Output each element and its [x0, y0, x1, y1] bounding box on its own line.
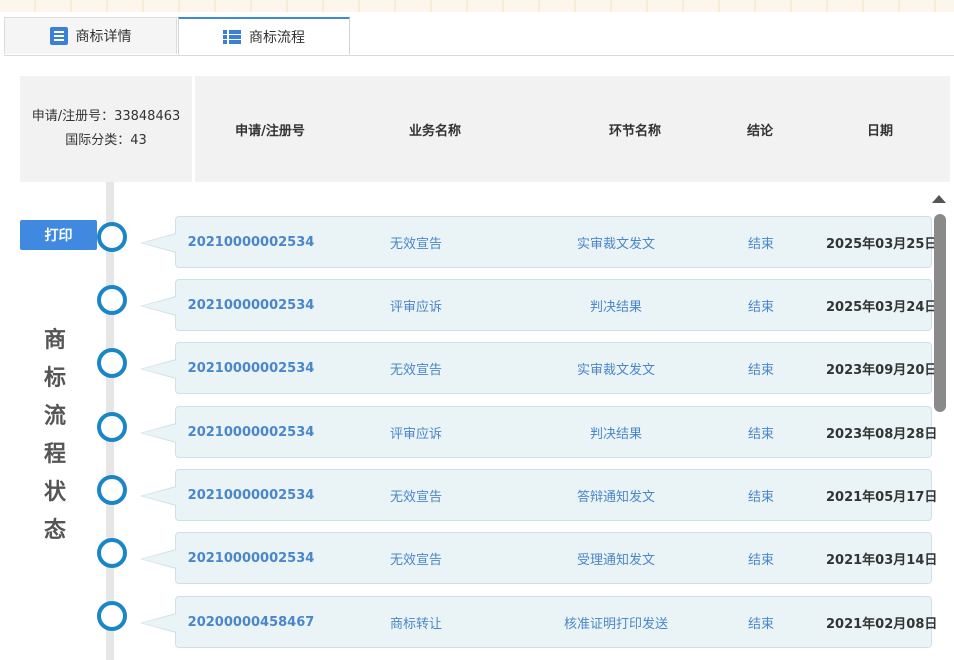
row-step[interactable]: 判决结果: [511, 407, 721, 457]
timeline-row[interactable]: 20210000002534 无效宣告 受理通知发文 结束 2021年03月14…: [140, 532, 937, 584]
row-reg-no[interactable]: 20210000002534: [176, 343, 326, 393]
col-header-business: 业务名称: [408, 123, 461, 139]
tab-bar: 商标详情 商标流程: [4, 17, 954, 56]
timeline-node: [97, 475, 127, 505]
timeline-node: [97, 222, 127, 252]
timeline-node: [97, 285, 127, 315]
row-step[interactable]: 实审裁文发文: [511, 343, 721, 393]
side-title-char: 标: [43, 366, 66, 391]
row-step[interactable]: 答辩通知发文: [511, 470, 721, 520]
table-header: 申请/注册号：33848463 国际分类：43 申请/注册号 业务名称 环节名称…: [20, 76, 950, 182]
row-date: 2021年05月17日: [826, 489, 938, 505]
tab-label: 商标详情: [75, 29, 132, 45]
row-result: 结束: [747, 236, 774, 252]
col-header-reg-no: 申请/注册号: [235, 123, 305, 139]
timeline-row[interactable]: 20210000002534 无效宣告 实审裁文发文 结束 2025年03月25…: [140, 216, 937, 268]
row-reg-no[interactable]: 20210000002534: [176, 470, 326, 520]
row-business[interactable]: 无效宣告: [351, 217, 481, 267]
side-title-char: 程: [43, 442, 66, 467]
print-button[interactable]: 打印: [20, 220, 97, 250]
col-header-step: 环节名称: [608, 123, 661, 139]
timeline-node: [97, 601, 127, 631]
row-reg-no[interactable]: 20210000002534: [176, 280, 326, 330]
timeline-row[interactable]: 20210000002534 无效宣告 答辩通知发文 结束 2021年05月17…: [140, 469, 937, 521]
row-result: 结束: [747, 299, 774, 315]
row-step[interactable]: 判决结果: [511, 280, 721, 330]
row-step[interactable]: 受理通知发文: [511, 533, 721, 583]
row-result: 结束: [747, 552, 774, 568]
row-business[interactable]: 无效宣告: [351, 343, 481, 393]
side-title-char: 流: [43, 404, 66, 429]
row-result: 结束: [747, 426, 774, 442]
row-business[interactable]: 无效宣告: [351, 470, 481, 520]
row-business[interactable]: 评审应诉: [351, 407, 481, 457]
tab-label: 商标流程: [249, 29, 305, 46]
col-header-date: 日期: [866, 123, 893, 139]
row-business[interactable]: 无效宣告: [351, 533, 481, 583]
timeline-row[interactable]: 20210000002534 评审应诉 判决结果 结束 2023年08月28日: [140, 406, 937, 458]
tab-trademark-details[interactable]: 商标详情: [4, 17, 177, 54]
side-title-char: 商: [43, 328, 66, 353]
timeline-node: [97, 538, 127, 568]
scroll-up-arrow-icon[interactable]: [932, 195, 946, 203]
row-result: 结束: [747, 362, 774, 378]
top-decor-strip: [0, 0, 954, 12]
col-header-result: 结论: [746, 123, 773, 139]
row-reg-no[interactable]: 20210000002534: [176, 407, 326, 457]
side-title-char: 状: [43, 480, 66, 505]
document-icon: [49, 27, 68, 45]
timeline-row[interactable]: 20210000002534 评审应诉 判决结果 结束 2025年03月24日: [140, 279, 937, 331]
row-date: 2021年03月14日: [826, 552, 938, 568]
side-title: 商 标 流 程 状 态: [40, 322, 70, 550]
timeline-row[interactable]: 20200000458467 商标转让 核准证明打印发送 结束 2021年02月…: [140, 596, 937, 648]
list-icon: [223, 28, 241, 46]
row-business[interactable]: 商标转让: [351, 597, 481, 647]
timeline-node: [97, 412, 127, 442]
row-step[interactable]: 实审裁文发文: [511, 217, 721, 267]
row-result: 结束: [747, 616, 774, 632]
row-reg-no[interactable]: 20200000458467: [176, 597, 326, 647]
trademark-info: 申请/注册号：33848463 国际分类：43: [20, 76, 192, 182]
scrollbar-thumb[interactable]: [934, 214, 946, 412]
row-reg-no[interactable]: 20210000002534: [176, 217, 326, 267]
side-title-char: 态: [43, 518, 66, 543]
tab-trademark-process[interactable]: 商标流程: [178, 17, 350, 55]
row-business[interactable]: 评审应诉: [351, 280, 481, 330]
row-reg-no[interactable]: 20210000002534: [176, 533, 326, 583]
row-date: 2021年02月08日: [826, 616, 938, 632]
timeline-node: [97, 348, 127, 378]
intl-class: 国际分类：43: [65, 133, 147, 148]
row-date: 2023年08月28日: [826, 426, 938, 442]
reg-number: 申请/注册号：33848463: [31, 109, 181, 124]
row-step[interactable]: 核准证明打印发送: [511, 597, 721, 647]
timeline-row[interactable]: 20210000002534 无效宣告 实审裁文发文 结束 2023年09月20…: [140, 342, 937, 394]
row-result: 结束: [747, 489, 774, 505]
